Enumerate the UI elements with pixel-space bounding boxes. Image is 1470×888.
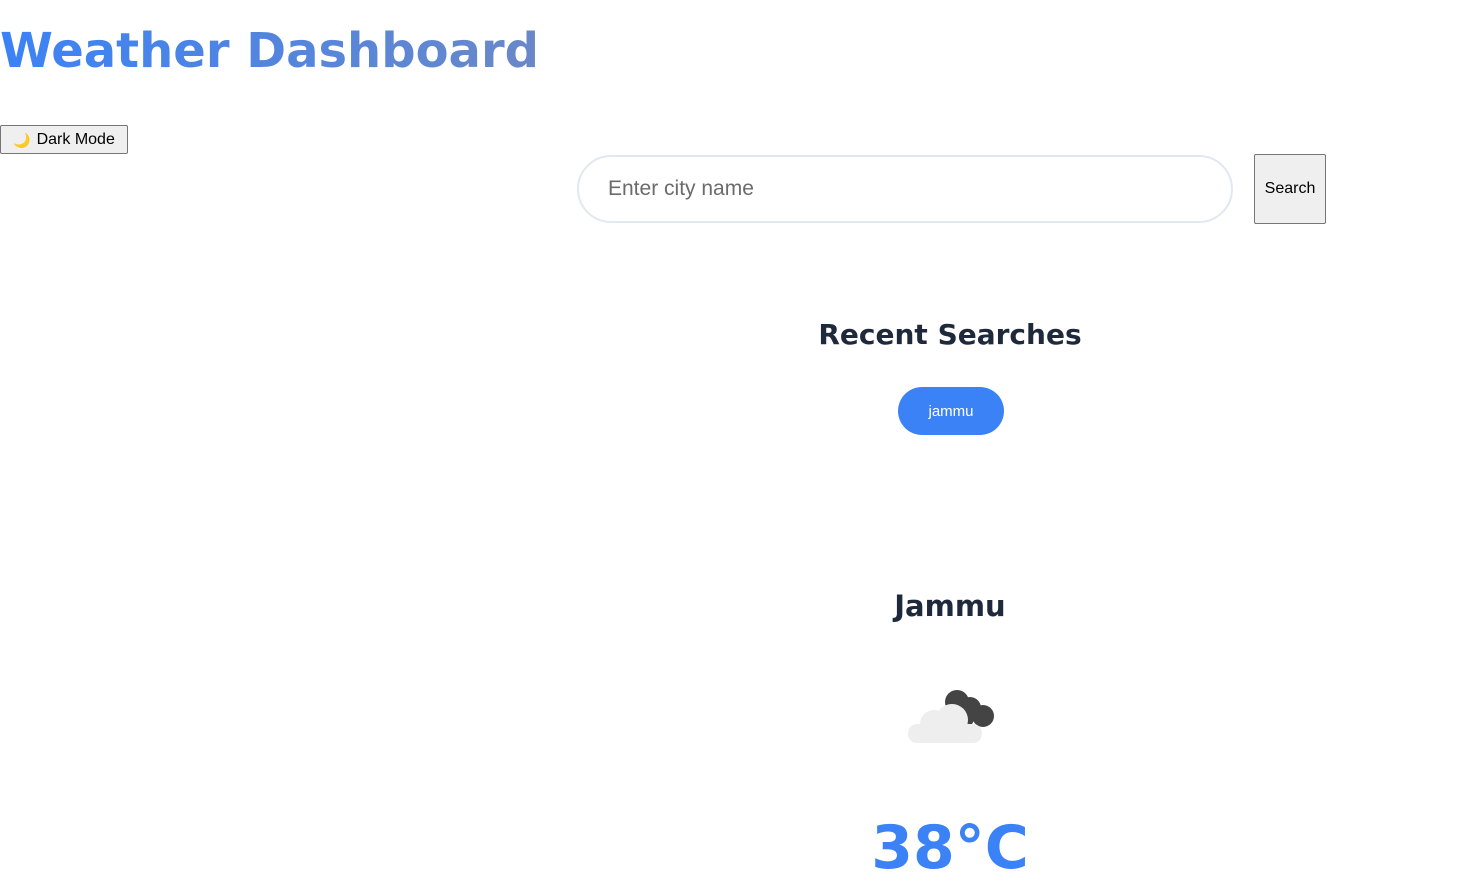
- broken-clouds-icon: [908, 690, 994, 743]
- city-name: Jammu: [894, 589, 1006, 623]
- recent-searches-heading: Recent Searches: [818, 318, 1082, 351]
- moon-icon: 🌙: [13, 131, 31, 148]
- recent-search-item-jammu[interactable]: jammu: [898, 387, 1004, 435]
- search-button[interactable]: Search: [1254, 154, 1326, 224]
- city-search-input[interactable]: [577, 155, 1233, 223]
- page-title: Weather Dashboard: [0, 20, 539, 82]
- dark-mode-label: Dark Mode: [36, 130, 115, 148]
- dark-mode-toggle-button[interactable]: 🌙 Dark Mode: [0, 125, 128, 154]
- temperature-value: 38°C: [871, 813, 1029, 883]
